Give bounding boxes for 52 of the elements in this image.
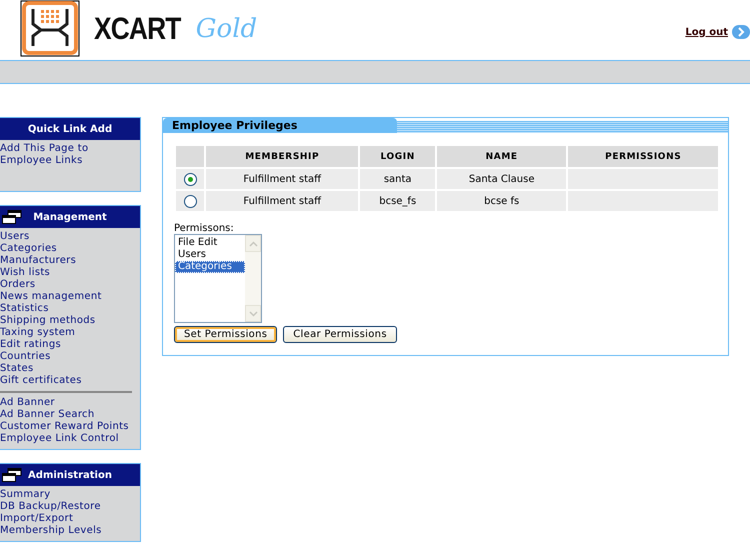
windows-icon: [2, 468, 22, 482]
logo-text: XCART: [94, 11, 181, 47]
column-header: LOGIN: [360, 146, 435, 167]
sidebar-link[interactable]: Edit ratings: [0, 339, 140, 351]
sidebar-link[interactable]: Employee Link Control: [0, 433, 140, 445]
sidebar-link[interactable]: Taxing system: [0, 327, 140, 339]
table-cell: santa: [360, 169, 435, 189]
column-header: NAME: [436, 146, 566, 167]
sidebar-link[interactable]: Ad Banner Search: [0, 409, 140, 421]
sidebar-link[interactable]: DB Backup/Restore: [0, 501, 140, 513]
action-button[interactable]: Set Permissions: [174, 326, 278, 343]
sidebar-link[interactable]: Orders: [0, 279, 140, 291]
sidebar-link[interactable]: Countries: [0, 351, 140, 363]
list-option[interactable]: Users: [175, 249, 245, 261]
sidebar-link[interactable]: Summary: [0, 489, 140, 501]
action-button[interactable]: Clear Permissions: [283, 326, 397, 343]
sidebar-link[interactable]: Statistics: [0, 303, 140, 315]
sidebar-link[interactable]: Shipping methods: [0, 315, 140, 327]
sidebar-link[interactable]: Manufacturers: [0, 255, 140, 267]
table-cell: Santa Clause: [436, 169, 566, 189]
sidebar-link[interactable]: Customer Reward Points: [0, 421, 140, 433]
sidebar-link[interactable]: States: [0, 363, 140, 375]
scrollbar[interactable]: [245, 235, 261, 322]
radio-button[interactable]: [184, 172, 196, 186]
table-cell: Fulfillment staff: [206, 191, 358, 211]
permissions-listbox[interactable]: File Edit Users Categories: [174, 234, 262, 323]
arrow-right-icon[interactable]: [732, 25, 750, 39]
sidebar-title: Management: [33, 212, 107, 222]
panel-title: Employee Privileges: [163, 118, 398, 133]
sidebar-title: Administration: [28, 470, 112, 480]
table-cell: Fulfillment staff: [206, 169, 358, 189]
sidebar-link[interactable]: News management: [0, 291, 140, 303]
sidebar-link[interactable]: Gift certificates: [0, 375, 140, 387]
table-cell: bcse_fs: [360, 191, 435, 211]
sidebar-link[interactable]: Users: [0, 231, 140, 243]
sidebar-link[interactable]: Ad Banner: [0, 397, 140, 409]
column-header: PERMISSIONS: [568, 146, 718, 167]
windows-icon: [2, 210, 22, 224]
sidebar-link[interactable]: Wish lists: [0, 267, 140, 279]
logo-edition: Gold: [196, 14, 258, 44]
list-option[interactable]: File Edit: [175, 237, 245, 249]
logout-link[interactable]: Log out: [685, 26, 728, 38]
sidebar-link[interactable]: Import/Export: [0, 513, 140, 525]
list-option[interactable]: Categories: [175, 261, 245, 273]
radio-button[interactable]: [184, 194, 196, 208]
sidebar-link[interactable]: Add This Page to Employee Links: [0, 143, 110, 167]
sidebar-title: Quick Link Add: [28, 124, 112, 134]
table-cell: bcse fs: [436, 191, 566, 211]
column-header: MEMBERSHIP: [206, 146, 358, 167]
sidebar-link[interactable]: Categories: [0, 243, 140, 255]
permissions-label: Permissons:: [174, 223, 235, 234]
sidebar-link[interactable]: Membership Levels: [0, 525, 140, 537]
